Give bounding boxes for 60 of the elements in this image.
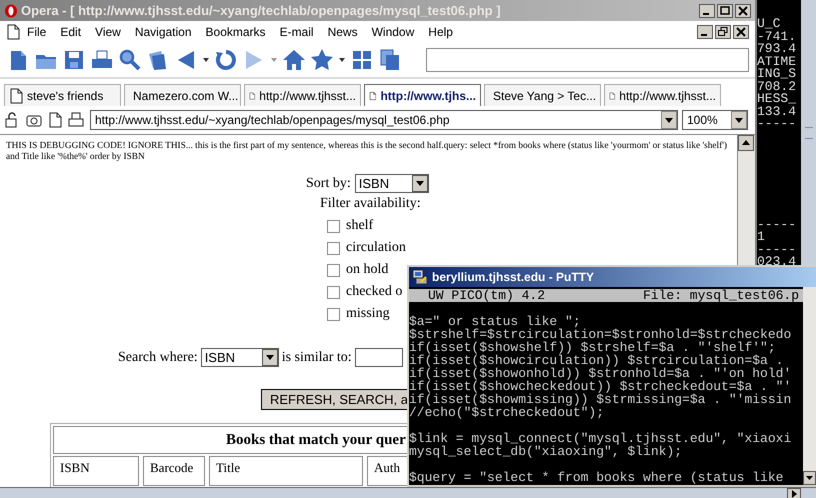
checkbox-label: circulation: [346, 240, 406, 256]
terminal-line: ATIME: [757, 56, 798, 68]
column-header: Title: [209, 456, 363, 486]
menu-item[interactable]: View: [88, 25, 128, 39]
checkbox-label: missing: [346, 306, 390, 322]
code-line: if(isset($showcirculation)) $strcirculation=$a .: [409, 354, 784, 367]
address-field[interactable]: http://www.tjhsst.edu/~xyang/techlab/openpages/mysql_test06.php: [90, 110, 678, 130]
checkbox-label: on hold: [346, 262, 388, 278]
search-where-label: Search where:: [118, 350, 198, 366]
column-header: Barcode: [143, 456, 205, 486]
tab[interactable]: http://www.tjhsst...: [604, 84, 721, 106]
search-where-select[interactable]: ISBN: [200, 348, 279, 367]
code-line: $link = mysql_connect("mysql.tjhsst.edu", "xiaoxi: [409, 432, 792, 445]
submit-button[interactable]: REFRESH, SEARCH, a: [261, 389, 408, 410]
code-line: //echo("$strcheckedout");: [409, 406, 604, 419]
program-name: UW PICO(tm) 4.2: [428, 289, 546, 302]
file-name: File: mysql_test06.p: [643, 289, 800, 302]
zoom-field[interactable]: 100%: [682, 110, 748, 130]
terminal-line: ING_S: [757, 68, 798, 80]
terminal-line: -----: [757, 218, 798, 231]
code-line: $a=" or status like ";: [409, 315, 581, 328]
window-title: Opera - [ http://www.tjhsst.edu/~xyang/techlab/openpages/mysql_test06.php ]: [21, 3, 501, 18]
code-line: if(isset($showshelf)) $strshelf=$a . "'shelf'";: [409, 341, 777, 354]
debug-text: THIS IS DEBUGGING CODE! IGNORE THIS... this is the first part of my sentence, whereas this is the second half.query: select *from books where (status like 'yourmom' or status like 'shelf') and Title like '%the%' order by ISBN: [6, 141, 728, 163]
terminal-line: -----: [757, 118, 798, 130]
tab[interactable]: http://www.tjhsst...: [244, 84, 361, 106]
window-title: beryllium.tjhsst.edu - PuTTY: [432, 270, 594, 284]
filter-label: Filter availability:: [320, 196, 422, 212]
checkbox-label: checked o: [346, 284, 402, 300]
code-line: if(isset($showcheckedout)) $strcheckedout=$a . "': [409, 380, 792, 393]
terminal-line: U_C: [757, 18, 782, 30]
column-header: ISBN: [53, 456, 139, 486]
tab[interactable]: Namezero.com W...: [124, 84, 241, 106]
menu-item[interactable]: File: [20, 25, 54, 39]
terminal-line: 1: [757, 231, 766, 244]
menu-item[interactable]: News: [320, 25, 365, 39]
terminal-line: 023.4: [757, 256, 798, 268]
sort-label: Sort by:: [306, 176, 351, 192]
checkbox-label: shelf: [346, 218, 374, 234]
terminal-line: 133.4: [757, 106, 798, 118]
terminal-line: HESS_: [757, 93, 798, 106]
menu-item[interactable]: Window: [364, 25, 422, 39]
code-line: if(isset($showonhold)) $stronhold=$a . "'on hold': [409, 367, 792, 380]
tab[interactable]: steve's friends: [4, 84, 121, 106]
code-line: if(isset($showmissing)) $strmissing=$a . "'missin: [409, 393, 792, 406]
menu-item[interactable]: Bookmarks: [198, 25, 273, 39]
tab[interactable]: http://www.tjhs...: [364, 84, 481, 106]
menu-item[interactable]: Edit: [53, 25, 88, 39]
menu-item[interactable]: Navigation: [128, 25, 199, 39]
code-line: mysql_select_db("xiaoxing", $link);: [409, 445, 682, 458]
terminal-line: -741.: [757, 30, 798, 43]
similar-label: is similar to:: [282, 350, 352, 366]
terminal-line: -----: [757, 244, 798, 256]
tab[interactable]: Steve Yang > Tec...: [484, 84, 601, 106]
menu-item[interactable]: E-mail: [272, 25, 321, 39]
terminal-line: 793.4: [757, 43, 798, 56]
sort-select[interactable]: ISBN: [354, 174, 429, 193]
terminal-line: 708.2: [757, 80, 798, 93]
menu-item[interactable]: Help: [421, 25, 460, 39]
code-line: $strshelf=$strcirculation=$stronhold=$strcheckedo: [409, 328, 792, 341]
